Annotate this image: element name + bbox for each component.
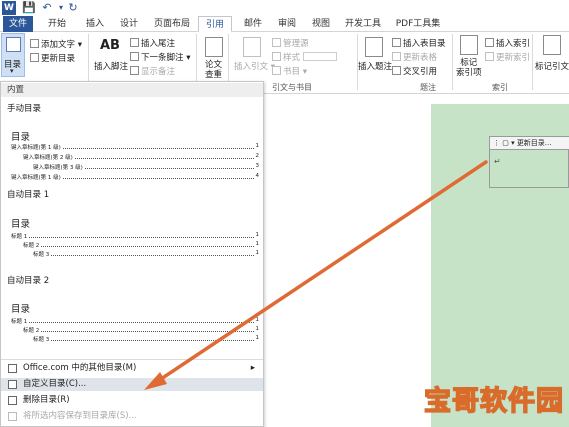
toc-preview-title: 目录	[11, 132, 31, 143]
tab-review[interactable]: 审阅	[270, 16, 304, 32]
tab-pdf-tools[interactable]: PDF工具集	[390, 16, 446, 32]
add-text-button[interactable]: 添加文字 ▾	[30, 38, 82, 50]
tab-references[interactable]: 引用	[198, 16, 232, 32]
manage-sources-icon	[272, 38, 281, 47]
save-icon[interactable]: 💾	[22, 1, 36, 15]
custom-toc-menu-item[interactable]: 自定义目录(C)...	[1, 378, 263, 391]
group-separator	[532, 34, 533, 90]
manage-sources-button[interactable]: 管理源	[272, 37, 309, 49]
tab-insert[interactable]: 插入	[78, 16, 112, 32]
next-footnote-button[interactable]: 下一条脚注 ▾	[130, 51, 190, 63]
toc-icon	[6, 37, 21, 52]
toc-preview-entry: 键入章标题(第 2 级) 2	[23, 153, 259, 161]
add-text-icon	[30, 39, 39, 48]
mark-citation-button[interactable]: 标记引文	[535, 60, 569, 72]
update-index-icon	[485, 52, 494, 61]
group-label-citations: 引文与书目	[272, 83, 312, 92]
group-label-captions: 题注	[420, 83, 436, 92]
word-logo-icon: W	[2, 1, 16, 15]
remove-toc-icon	[8, 396, 17, 405]
insert-endnote-button[interactable]: 插入尾注	[130, 37, 175, 49]
cross-reference-icon	[392, 66, 401, 75]
insert-index-icon	[485, 38, 494, 47]
undo-icon[interactable]: ↶	[40, 1, 54, 15]
gallery-header-builtin: 内置	[1, 83, 263, 97]
update-table-button[interactable]: 更新表格	[392, 51, 437, 63]
group-label-index: 索引	[492, 83, 508, 92]
office-icon	[8, 364, 17, 373]
insert-caption-button[interactable]: 插入题注	[358, 60, 392, 72]
toc-style-label: 自动目录 1	[7, 190, 50, 200]
bibliography-button[interactable]: 书目 ▾	[272, 65, 307, 77]
ribbon-tabs: 文件 开始 插入 设计 页面布局 引用 邮件 审阅 视图 开发工具 PDF工具集	[0, 16, 569, 32]
insert-footnote-button[interactable]: 插入脚注	[94, 60, 128, 72]
chevron-right-icon: ▸	[250, 363, 255, 373]
group-separator	[452, 34, 453, 90]
insert-table-of-figures-button[interactable]: 插入表目录	[392, 37, 446, 49]
update-table-icon	[392, 52, 401, 61]
toc-preview-title: 目录	[11, 219, 31, 230]
show-notes-icon	[130, 66, 139, 75]
cross-reference-button[interactable]: 交叉引用	[392, 65, 437, 77]
toc-preview-entry: 标题 21	[23, 241, 259, 249]
tab-developer[interactable]: 开发工具	[340, 16, 386, 32]
toc-button[interactable]: 目录 ▾	[1, 33, 25, 77]
insert-citation-icon	[243, 37, 261, 57]
toc-content-control[interactable]: ⋮ ▢ ▾ 更新目录... ↵	[489, 136, 569, 188]
paper-check-icon	[205, 37, 223, 57]
more-toc-office-menu-item[interactable]: Office.com 中的其他目录(M) ▸	[1, 362, 263, 375]
tab-design[interactable]: 设计	[112, 16, 146, 32]
update-toc-field-button[interactable]: 更新目录...	[517, 139, 552, 147]
custom-toc-icon	[8, 380, 17, 389]
mark-citation-icon	[543, 35, 561, 55]
update-icon	[30, 53, 39, 62]
toc-field-toolbar[interactable]: ⋮ ▢ ▾ 更新目录...	[490, 137, 569, 150]
next-footnote-icon	[130, 52, 139, 61]
toc-preview-entry: 标题 31	[33, 250, 259, 258]
tab-home[interactable]: 开始	[40, 16, 74, 32]
toc-preview-entry: 键入章标题(第 3 级) 3	[33, 163, 259, 171]
tab-view[interactable]: 视图	[304, 16, 338, 32]
insert-index-button[interactable]: 插入索引	[485, 37, 530, 49]
chevron-down-icon: ▾	[10, 67, 14, 75]
toc-style-label: 自动目录 2	[7, 276, 50, 286]
tab-mailings[interactable]: 邮件	[236, 16, 270, 32]
toc-preview-entry: 标题 11	[11, 232, 259, 240]
mark-entry-icon	[460, 35, 478, 55]
style-icon	[272, 52, 281, 61]
quick-access-toolbar: W 💾 ↶ ▾ ↻	[0, 0, 569, 16]
update-toc-button[interactable]: 更新目录	[30, 52, 75, 64]
toc-preview-entry: 标题 31	[33, 335, 259, 343]
update-index-button[interactable]: 更新索引	[485, 51, 530, 63]
redo-icon[interactable]: ↻	[66, 1, 80, 15]
menu-divider	[1, 359, 263, 360]
paragraph-mark: ↵	[494, 157, 501, 166]
mark-entry-button[interactable]: 标记 索引项	[456, 58, 482, 78]
style-select[interactable]: 样式	[272, 51, 337, 63]
tab-file[interactable]: 文件	[3, 16, 33, 32]
save-selection-to-gallery-menu-item[interactable]: 将所选内容保存到目录库(S)...	[1, 410, 263, 423]
bibliography-icon	[272, 66, 281, 75]
insert-citation-button[interactable]: 插入引文 ▾	[234, 60, 275, 72]
toc-preview-entry: 键入章标题(第 1 级) 4	[11, 173, 259, 181]
insert-caption-icon	[365, 37, 383, 57]
remove-toc-menu-item[interactable]: 删除目录(R)	[1, 394, 263, 407]
watermark-logo: 宝哥软件园	[423, 385, 564, 418]
toc-gallery-dropdown: 内置 手动目录 目录 键入章标题(第 1 级) 1 键入章标题(第 2 级) 2 键…	[0, 81, 264, 427]
tab-page-layout[interactable]: 页面布局	[148, 16, 196, 32]
toc-preview-entry: 标题 11	[11, 317, 259, 325]
toc-preview-entry: 键入章标题(第 1 级) 1	[11, 143, 259, 151]
save-gallery-icon	[8, 412, 17, 421]
style-dropdown-box	[302, 52, 337, 61]
footnote-icon: AB	[100, 38, 120, 53]
toc-preview-title: 目录	[11, 304, 31, 315]
paper-check-button[interactable]: 论文 查重	[205, 60, 222, 80]
endnote-icon	[130, 38, 139, 47]
show-notes-button[interactable]: 显示备注	[130, 65, 175, 77]
toc-preview-entry: 标题 21	[23, 326, 259, 334]
toc-style-label: 手动目录	[7, 104, 42, 114]
table-of-figures-icon	[392, 38, 401, 47]
